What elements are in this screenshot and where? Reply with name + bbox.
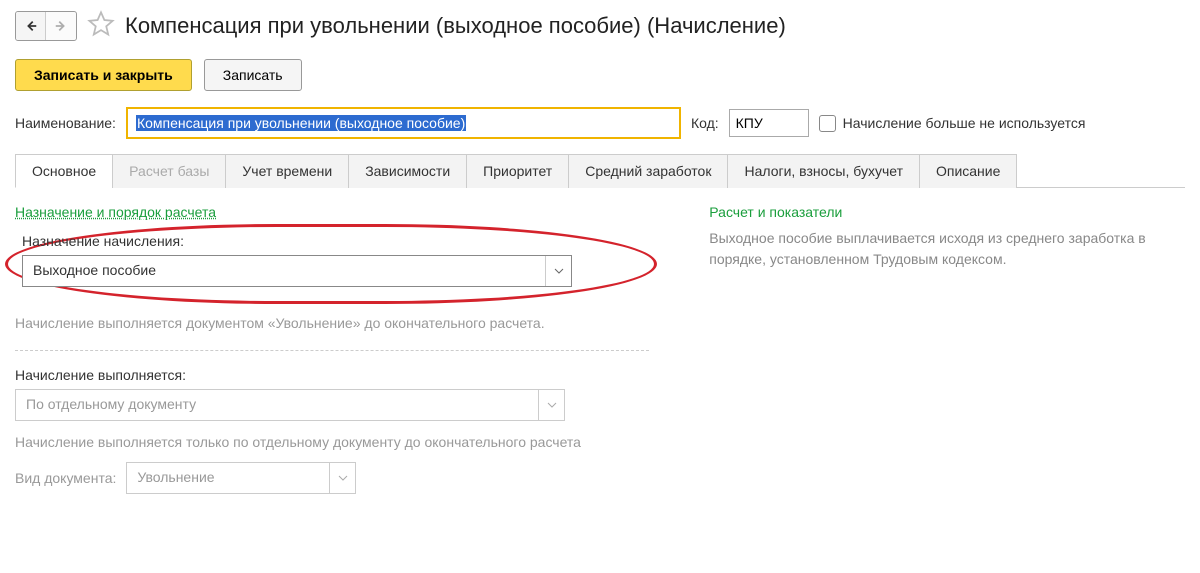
doc-type-label: Вид документа: [15,470,116,486]
purpose-label: Назначение начисления: [22,233,640,249]
not-used-checkbox[interactable] [819,115,836,132]
chevron-down-icon [329,463,355,493]
execution-note: Начисление выполняется только по отдельн… [15,433,649,453]
execution-label: Начисление выполняется: [15,367,649,383]
tabs-bar: Основное Расчет базы Учет времени Зависи… [15,153,1185,188]
tab-avg-earnings[interactable]: Средний заработок [568,154,728,188]
divider [15,350,649,351]
tab-description[interactable]: Описание [919,154,1017,188]
code-input[interactable] [729,109,809,137]
tab-priority[interactable]: Приоритет [466,154,569,188]
calc-description: Выходное пособие выплачивается исходя из… [709,228,1185,270]
purpose-select[interactable]: Выходное пособие [22,255,572,287]
save-and-close-button[interactable]: Записать и закрыть [15,59,192,91]
save-button[interactable]: Записать [204,59,302,91]
code-label: Код: [691,115,719,131]
tab-dependencies[interactable]: Зависимости [348,154,467,188]
not-used-label: Начисление больше не используется [843,115,1086,131]
tab-base-calc[interactable]: Расчет базы [112,154,226,188]
purpose-note: Начисление выполняется документом «Уволь… [15,314,649,334]
page-title: Компенсация при увольнении (выходное пос… [125,13,786,39]
nav-back-button[interactable] [16,12,46,40]
execution-select[interactable]: По отдельному документу [15,389,565,421]
tab-main[interactable]: Основное [15,154,113,188]
tab-time[interactable]: Учет времени [225,154,349,188]
nav-forward-button[interactable] [46,12,76,40]
tab-taxes[interactable]: Налоги, взносы, бухучет [727,154,920,188]
favorite-star-icon[interactable] [87,10,115,41]
highlight-annotation: Назначение начисления: Выходное пособие [5,224,657,304]
name-input[interactable]: Компенсация при увольнении (выходное пос… [126,107,681,139]
name-label: Наименование: [15,115,116,131]
calc-section-heading: Расчет и показатели [709,204,842,220]
chevron-down-icon [538,390,564,420]
purpose-section-heading[interactable]: Назначение и порядок расчета [15,204,216,220]
chevron-down-icon [545,256,571,286]
doc-type-select[interactable]: Увольнение [126,462,356,494]
